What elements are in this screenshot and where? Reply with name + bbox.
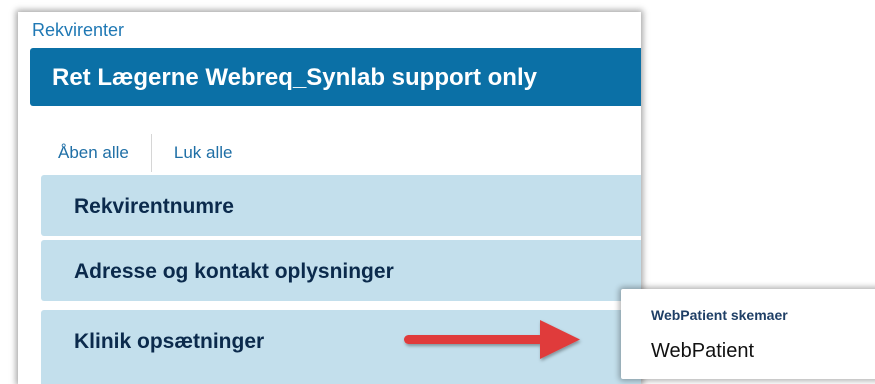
page-title: Ret Lægerne Webreq_Synlab support only [52,64,537,91]
arrow-right-icon [404,320,580,359]
accordion-item-address-contact[interactable]: Adresse og kontakt oplysninger [41,240,641,301]
accordion-item-label: Rekvirentnumre [74,195,234,218]
webpatient-value[interactable]: WebPatient [651,340,754,363]
accordion-actions: Åben alle Luk alle [58,134,233,172]
page-header: Ret Lægerne Webreq_Synlab support only [30,48,641,106]
open-all-link[interactable]: Åben alle [58,143,129,163]
webpatient-forms-popup: WebPatient skemaer WebPatient [621,289,875,379]
accordion-item-label: Klinik opsætninger [74,330,265,353]
popup-heading: WebPatient skemaer [651,307,788,323]
close-all-link[interactable]: Luk alle [174,143,233,163]
accordion-item-requester-numbers[interactable]: Rekvirentnumre [41,175,641,236]
accordion-item-label: Adresse og kontakt oplysninger [74,260,394,283]
action-divider [150,134,152,172]
breadcrumb-link[interactable]: Rekvirenter [32,20,124,41]
